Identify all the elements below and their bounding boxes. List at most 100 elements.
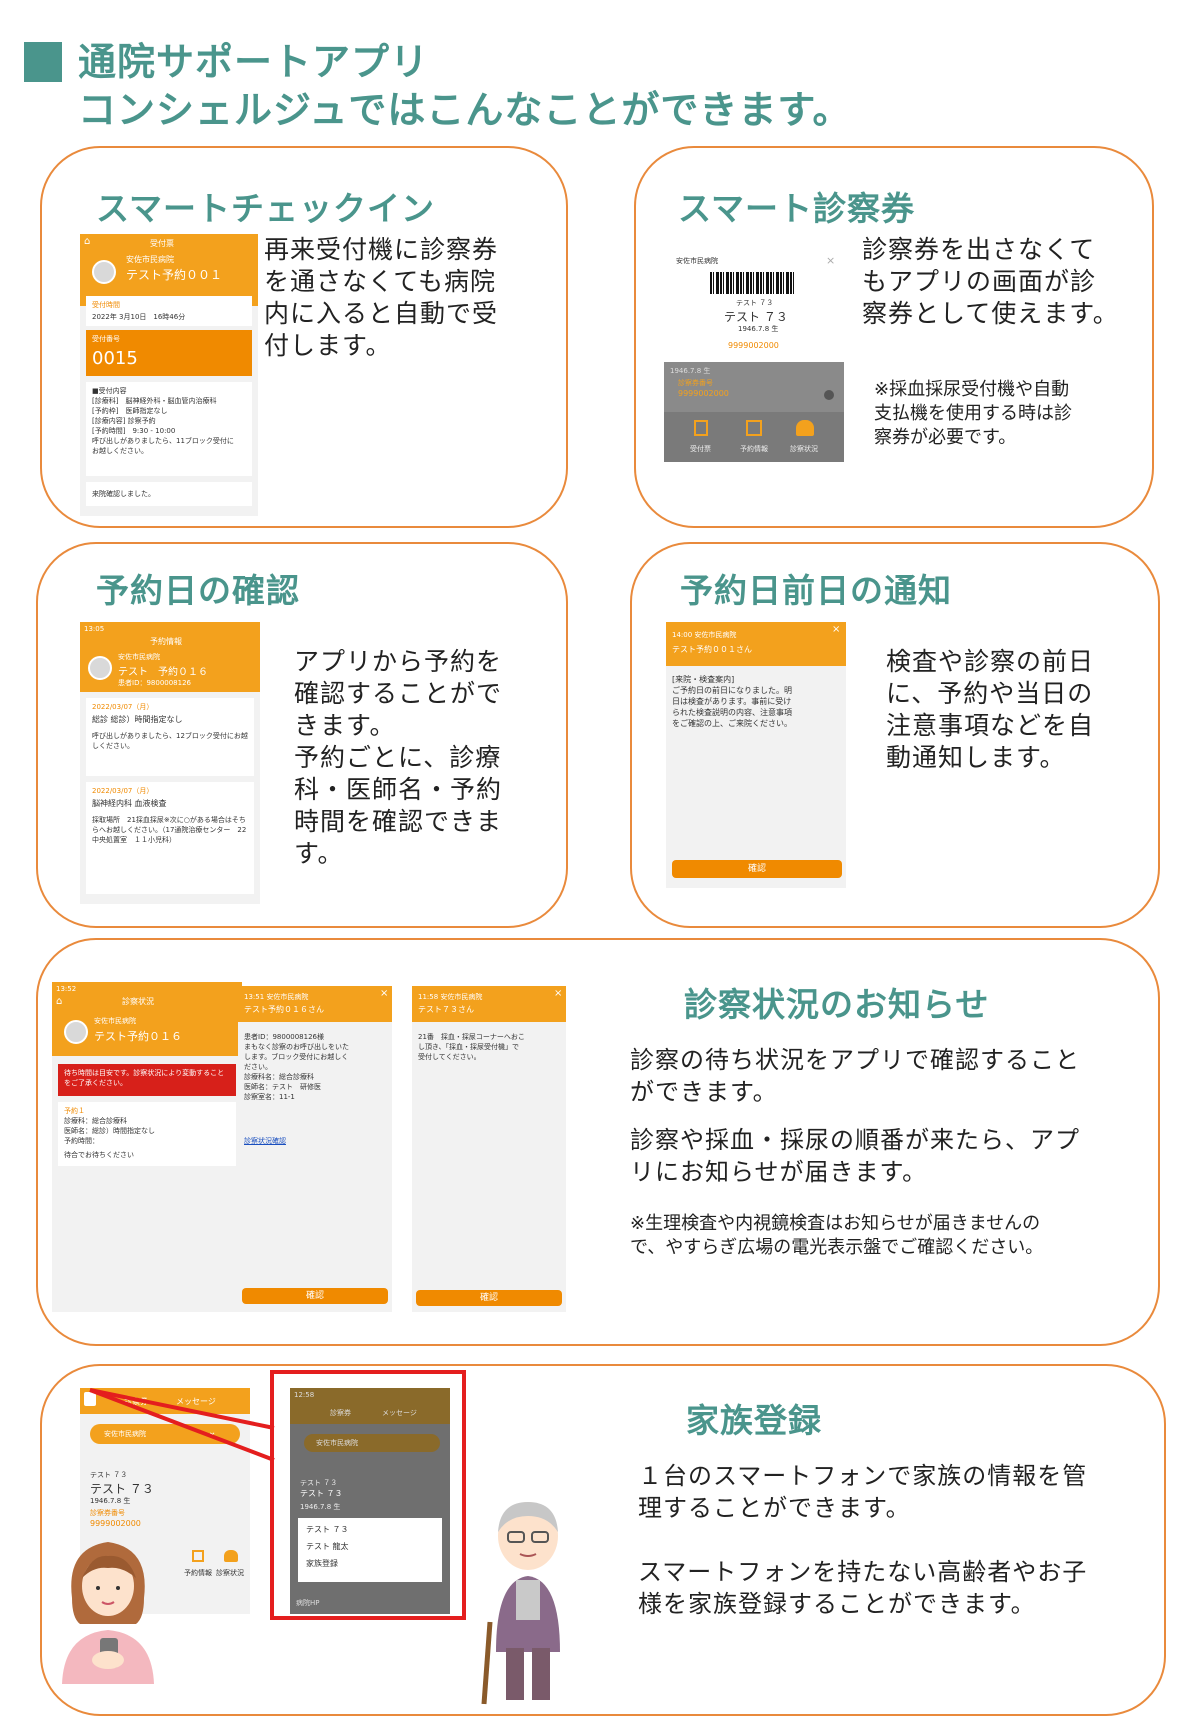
people-icon[interactable] [796, 420, 814, 436]
body-line: 日は検査があります。事前に受け [672, 697, 792, 706]
zoom-pointer-lines [89, 1388, 275, 1462]
number-value: 0015 [92, 348, 138, 369]
confirm-button[interactable]: 確認 [416, 1290, 562, 1306]
status-item[interactable]: 予約１ 診療科：総合診療科 医師名：総診）時間指定なし 予約時間： 待合でお待ち… [58, 1102, 236, 1166]
status3-body: 21番 採血・採尿コーナーへおこ し頂き、「採血・採尿受付機」で 受付してくださ… [418, 1032, 562, 1062]
nav-label[interactable]: 診察状況 [790, 444, 818, 454]
content-line: [予約枠] 医師指定なし [92, 407, 168, 415]
close-icon[interactable]: × [380, 988, 388, 999]
calendar-icon[interactable] [192, 1550, 204, 1562]
family-desc-2: スマートフォンを持たない高齢者やお子 様を家族登録することができます。 [638, 1556, 1148, 1620]
reservation-item-2[interactable]: 2022/03/07（月） 脳神経内科 血液検査 採取場所 21採血採尿※次に○… [86, 782, 254, 894]
content-line: [予約時間] 9:30 - 10:00 [92, 427, 176, 435]
desc-line: アプリから予約を [294, 647, 503, 676]
nav-label[interactable]: 受付票 [690, 444, 711, 454]
checkin-number-block: 受付番号 0015 [86, 330, 252, 376]
family-menu-item[interactable]: テスト 龍太 [306, 1541, 434, 1552]
desc-line: 確認することがで [294, 679, 503, 708]
notify-phone-mockup: 14:00 安佐市民病院 テスト予約００１さん × [来院・検査案内] ご予約日… [666, 622, 846, 888]
people-icon[interactable] [224, 1550, 238, 1562]
title-line-1: 通院サポートアプリ [78, 40, 430, 84]
content-line: [診療内容] 診察予約 [92, 417, 156, 425]
close-icon[interactable]: × [554, 988, 562, 999]
nav-label[interactable]: 診察状況 [216, 1568, 244, 1578]
close-icon[interactable]: × [832, 624, 840, 635]
checkin-time-block: 受付時間 2022年 3月10日 16時46分 [86, 296, 252, 326]
time-value: 2022年 3月10日 16時46分 [92, 313, 186, 321]
status-item-wait: 待合でお待ちください [64, 1151, 134, 1159]
desc-line: 理することができます。 [638, 1494, 911, 1522]
body-line: [来院・検査案内] [672, 675, 735, 684]
desc-line: 診察の待ち状況をアプリで確認すること [630, 1046, 1080, 1074]
avatar [88, 656, 112, 680]
status-time: 13:05 [84, 625, 105, 633]
mock-patient: テスト予約０１６ [94, 1030, 182, 1043]
note-line: ※採血採尿受付機や自動 [874, 379, 1070, 400]
note-line: 支払機を使用する時は診 [874, 403, 1072, 424]
family-desc-1: １台のスマートフォンで家族の情報を管 理することができます。 [638, 1460, 1148, 1524]
ticket-num-label: 診察券番号 [678, 379, 713, 387]
checkin-footer: 来院確認しました。 [86, 482, 252, 506]
content-line: [診療科] 脳神経外科・脳血管内治療科 [92, 397, 217, 405]
confirm-button[interactable]: 確認 [672, 860, 842, 878]
card-dob: 1946.7.8 生 [300, 1503, 341, 1511]
reservation-card: 予約日の確認 13:05 予約情報 安佐市民病院 テスト 予約０１６ 患者ID：… [36, 542, 568, 928]
ticket-kana: テスト ７３ [736, 299, 774, 307]
reservation-item-1[interactable]: 2022/03/07（月） 総診 総診）時間指定なし 呼び出しがありましたら、1… [86, 698, 254, 776]
status-mock-header: 13:52 診察状況 ⌂ 安佐市民病院 テスト予約０１６ [52, 982, 242, 1056]
body-line: ださい。 [244, 1063, 272, 1071]
reservation-date: 2022/03/07（月） [92, 787, 154, 795]
notify-title: 予約日前日の通知 [680, 571, 952, 610]
mock-header-label: 受付票 [150, 239, 174, 248]
card-name: テスト ７３ [300, 1489, 343, 1498]
ticket-num-value: 9999002000 [678, 389, 729, 398]
home-icon: ⌂ [84, 236, 91, 247]
reservation-title-text: 総診 総診）時間指定なし [92, 715, 183, 724]
status-card: 診察状況のお知らせ 13:52 診察状況 ⌂ 安佐市民病院 テスト予約０１６ 待… [36, 938, 1160, 1346]
header-accent-bar [24, 42, 62, 82]
notify-body: [来院・検査案内] ご予約日の前日になりました。明 日は検査があります。事前に受… [672, 674, 842, 729]
confirm-button[interactable]: 確認 [242, 1288, 388, 1304]
note-line: ※生理検査や内視鏡検査はお知らせが届きませんの [630, 1213, 1041, 1234]
chevron-right-icon[interactable] [824, 390, 834, 400]
desc-line: 時間を確認できま [294, 807, 503, 836]
status-check-link[interactable]: 診察状況確認 [244, 1136, 286, 1146]
family-register-item[interactable]: 家族登録 [306, 1558, 434, 1569]
home-icon[interactable]: ⌂ [56, 996, 62, 1007]
calendar-icon[interactable] [746, 420, 762, 436]
body-line: 診察室名：11-1 [244, 1093, 295, 1101]
notify-patient: テスト予約００１さん [672, 645, 752, 654]
receipt-icon[interactable] [694, 420, 708, 436]
desc-line: もアプリの画面が診 [862, 267, 1097, 296]
checkin-title: スマートチェックイン [96, 189, 436, 228]
mock-pid: 患者ID：9800008126 [118, 679, 191, 687]
mock-hospital: 安佐市民病院 [118, 653, 160, 661]
status-item-title: 予約１ [64, 1107, 85, 1115]
reservation-note: 採取場所 21採血採尿※次に○がある場合はそちらへお越しください。（17通院治療… [92, 816, 247, 844]
reservation-note: 呼び出しがありましたら、12ブロック受付にお越しください。 [92, 732, 248, 750]
note-line: 察券が必要です。 [874, 427, 1017, 448]
desc-line: 再来受付機に診察券 [264, 235, 499, 264]
desc-line: ができます。 [630, 1078, 778, 1106]
reservation-date: 2022/03/07（月） [92, 703, 154, 711]
status2-mock-header: 13:51 安佐市民病院 テスト予約０１６さん × [238, 986, 392, 1022]
nav-label[interactable]: 予約情報 [740, 444, 768, 454]
card-ticket-popup: 安佐市民病院 × テスト ７３ テスト ７３ 1946.7.8 生 999900… [664, 252, 844, 362]
close-icon[interactable]: × [826, 254, 835, 267]
content-line: お越しください。 [92, 447, 148, 455]
family-menu-item[interactable]: テスト ７３ [306, 1524, 434, 1535]
tab-card[interactable]: 診察券 [330, 1408, 351, 1418]
reservation-mock-header: 13:05 予約情報 安佐市民病院 テスト 予約０１６ 患者ID：9800008… [80, 622, 260, 692]
hospital-selector[interactable]: 安佐市民病院 [304, 1434, 440, 1452]
body-line: 21番 採血・採尿コーナーへおこ [418, 1033, 525, 1041]
status-time: 13:52 [56, 985, 77, 993]
status-phone-mockup-3: 11:58 安佐市民病院 テスト７３さん × 21番 採血・採尿コーナーへおこ … [412, 986, 566, 1312]
desc-line: に、予約や当日の [886, 679, 1094, 708]
desc-line: 予約ごとに、診療 [294, 743, 502, 772]
nav-label[interactable]: 予約情報 [184, 1568, 212, 1578]
hospital-hp-link[interactable]: 病院HP [296, 1598, 320, 1608]
desc-line: 察券として使えます。 [862, 299, 1119, 328]
tab-message[interactable]: メッセージ [382, 1408, 417, 1418]
mock-hospital: 安佐市民病院 [94, 1017, 136, 1025]
hospital-selector-label: 安佐市民病院 [316, 1439, 358, 1447]
